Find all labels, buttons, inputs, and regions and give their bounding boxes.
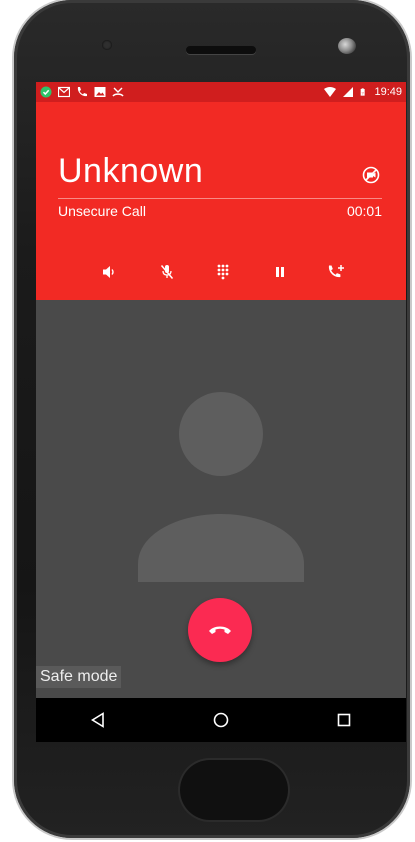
speaker-icon — [103, 266, 114, 278]
navigation-bar — [36, 698, 406, 742]
hold-button[interactable] — [268, 260, 292, 284]
call-header: Unknown Unsecure Call 00:01 — [36, 102, 406, 300]
home-circle-icon — [213, 712, 229, 728]
phone-icon — [77, 87, 87, 97]
recents-square-icon — [338, 713, 351, 727]
caller-name: Unknown — [58, 152, 204, 190]
mute-icon — [160, 265, 173, 279]
missed-call-icon — [112, 87, 124, 97]
speaker-button[interactable] — [98, 260, 122, 284]
call-security-status: Unsecure Call — [58, 203, 146, 219]
video-off-icon[interactable] — [362, 166, 380, 184]
phone-screen: ? 19:49 Unknown Unsecure Call 00:01 Safe… — [36, 82, 406, 742]
header-divider — [58, 198, 382, 199]
wifi-icon — [324, 87, 337, 97]
end-call-button[interactable] — [188, 598, 252, 662]
earpiece-speaker — [186, 46, 256, 54]
contact-avatar — [138, 392, 304, 582]
recents-button[interactable] — [324, 700, 364, 740]
back-button[interactable] — [78, 700, 118, 740]
home-button[interactable] — [201, 700, 241, 740]
status-notifications — [40, 86, 124, 98]
status-time: 19:49 — [374, 86, 402, 98]
hold-icon — [275, 267, 284, 277]
add-call-icon — [328, 265, 344, 278]
add-call-button[interactable] — [324, 260, 348, 284]
fingerprint-home-key[interactable] — [180, 760, 288, 820]
proximity-sensor — [102, 40, 112, 50]
hang-up-icon — [209, 626, 231, 634]
gmail-icon — [58, 86, 70, 98]
dialpad-button[interactable] — [211, 260, 235, 284]
dialpad-icon — [217, 264, 229, 280]
status-system: ? 19:49 — [324, 86, 402, 98]
call-timer: 00:01 — [346, 203, 382, 219]
battery-icon: ? — [361, 88, 366, 96]
back-triangle-icon — [90, 712, 104, 728]
call-controls — [98, 260, 348, 284]
status-bar: ? 19:49 — [36, 82, 406, 102]
safe-mode-label: Safe mode — [36, 666, 122, 688]
mute-button[interactable] — [155, 260, 179, 284]
signal-icon — [343, 87, 354, 97]
image-icon — [94, 87, 106, 97]
shield-check-icon — [40, 86, 52, 98]
front-camera — [338, 38, 356, 54]
